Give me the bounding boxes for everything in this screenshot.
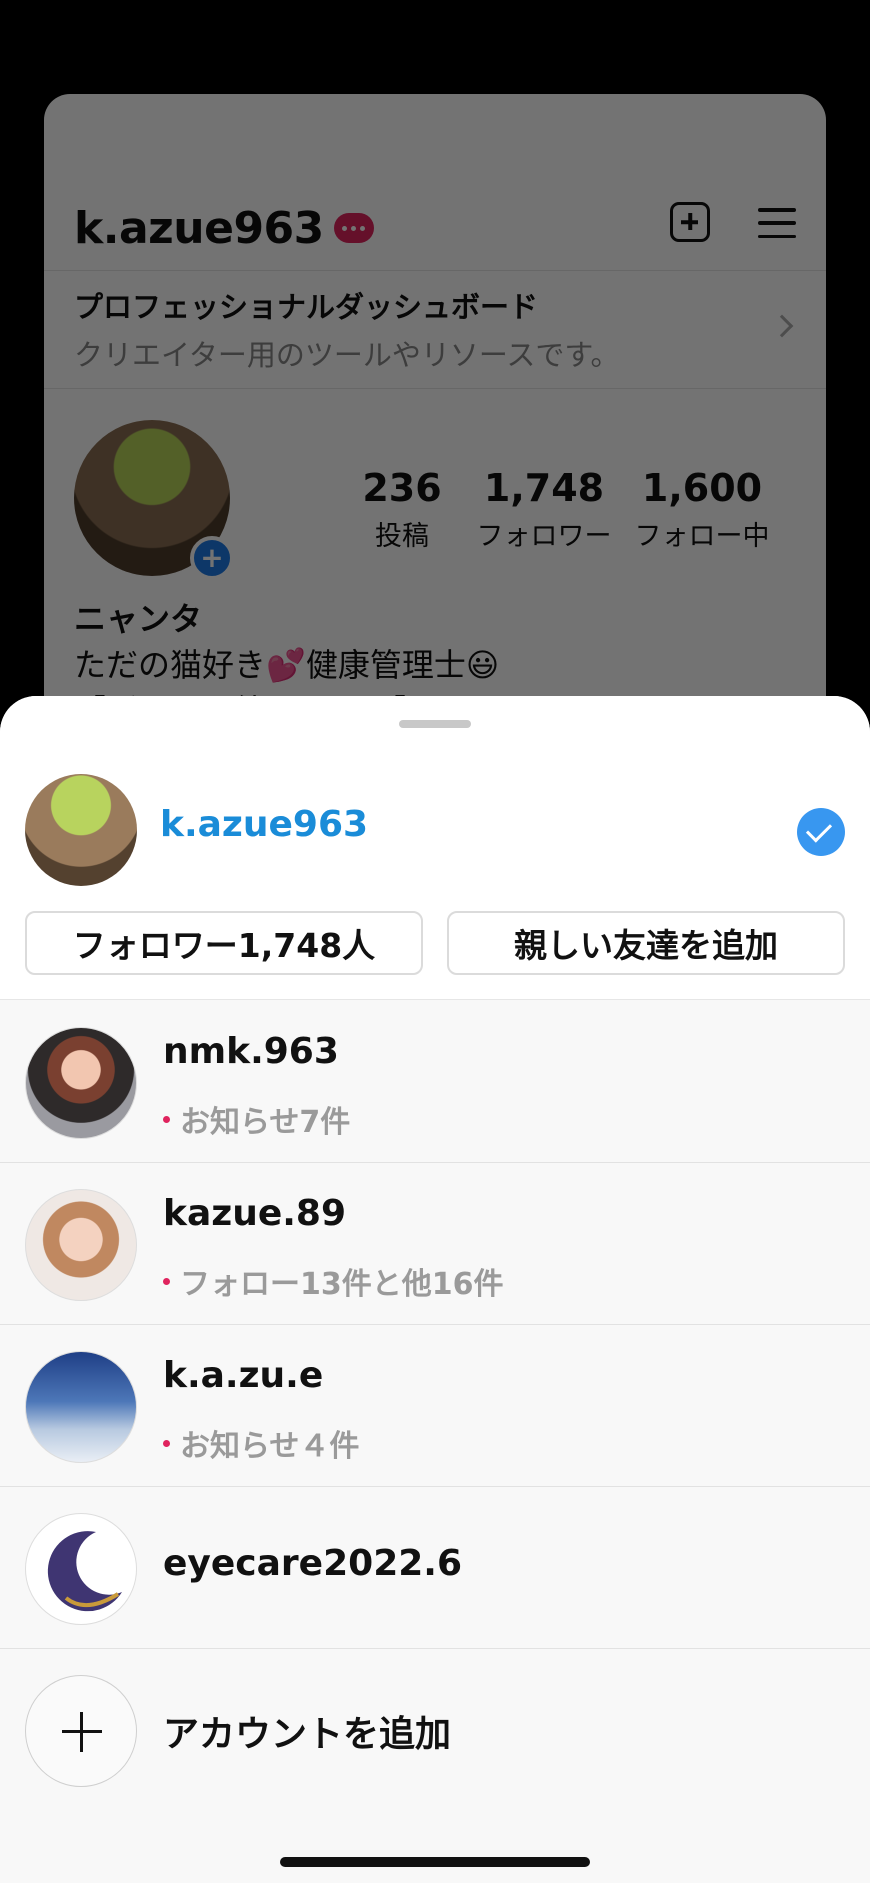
profile-username: k.azue963	[74, 202, 324, 254]
account-name: k.a.zu.e	[163, 1355, 324, 1396]
notice-dot-icon	[163, 1115, 170, 1123]
profile-bio: ただの猫好き💕健康管理士😃	[74, 646, 500, 684]
account-notice: お知らせ7件	[163, 1097, 350, 1141]
crescent-logo-icon	[47, 1531, 122, 1612]
menu-icon[interactable]	[758, 208, 796, 238]
checkmark-icon	[797, 808, 845, 856]
profile-background: k.azue963 プロフェッショナルダッシュボード クリエイター用のツールやリ…	[44, 94, 826, 794]
add-story-icon[interactable]: +	[190, 536, 234, 580]
create-post-icon[interactable]	[670, 202, 710, 242]
chevron-right-icon	[770, 314, 794, 338]
stat-following[interactable]: 1,600 フォロー中	[622, 466, 782, 553]
account-avatar	[25, 1027, 137, 1139]
add-account-row[interactable]: アカウントを追加	[0, 1649, 870, 1811]
plus-icon	[25, 1675, 137, 1787]
sheet-grabber[interactable]	[399, 720, 471, 728]
account-avatar	[25, 1513, 137, 1625]
account-row-kazue[interactable]: k.a.zu.e お知らせ４件	[0, 1325, 870, 1487]
add-account-label: アカウントを追加	[163, 1714, 452, 1755]
add-close-friends-button[interactable]: 親しい友達を追加	[447, 911, 845, 975]
dashboard-title: プロフェッショナルダッシュボード	[74, 290, 539, 324]
current-account-name[interactable]: k.azue963	[160, 804, 368, 845]
stat-followers[interactable]: 1,748 フォロワー	[464, 466, 624, 553]
account-name: kazue.89	[163, 1193, 347, 1234]
notice-dot-icon	[163, 1439, 170, 1447]
stat-posts[interactable]: 236 投稿	[332, 466, 472, 553]
home-indicator[interactable]	[280, 1857, 590, 1867]
account-switcher-sheet: k.azue963 フォロワー1,748人 親しい友達を追加 nmk.963 お…	[0, 696, 870, 1883]
account-row-nmk963[interactable]: nmk.963 お知らせ7件	[0, 1001, 870, 1163]
profile-display-name: ニャンタ	[74, 600, 203, 638]
notice-dot-icon	[163, 1277, 170, 1285]
professional-dashboard[interactable]: プロフェッショナルダッシュボード クリエイター用のツールやリソースです。	[74, 284, 766, 374]
account-avatar	[25, 1351, 137, 1463]
account-avatar	[25, 1189, 137, 1301]
account-notice: お知らせ４件	[163, 1421, 359, 1465]
account-row-kazue89[interactable]: kazue.89 フォロー13件と他16件	[0, 1163, 870, 1325]
account-name: nmk.963	[163, 1031, 339, 1072]
account-row-eyecare[interactable]: eyecare2022.6	[0, 1487, 870, 1649]
account-name: eyecare2022.6	[163, 1543, 463, 1584]
current-account-avatar	[25, 774, 137, 886]
followers-button[interactable]: フォロワー1,748人	[25, 911, 423, 975]
notification-badge	[333, 213, 374, 243]
account-notice: フォロー13件と他16件	[163, 1259, 504, 1303]
dashboard-subtitle: クリエイター用のツールやリソースです。	[74, 338, 620, 372]
current-account-section: k.azue963 フォロワー1,748人 親しい友達を追加	[0, 696, 870, 1000]
